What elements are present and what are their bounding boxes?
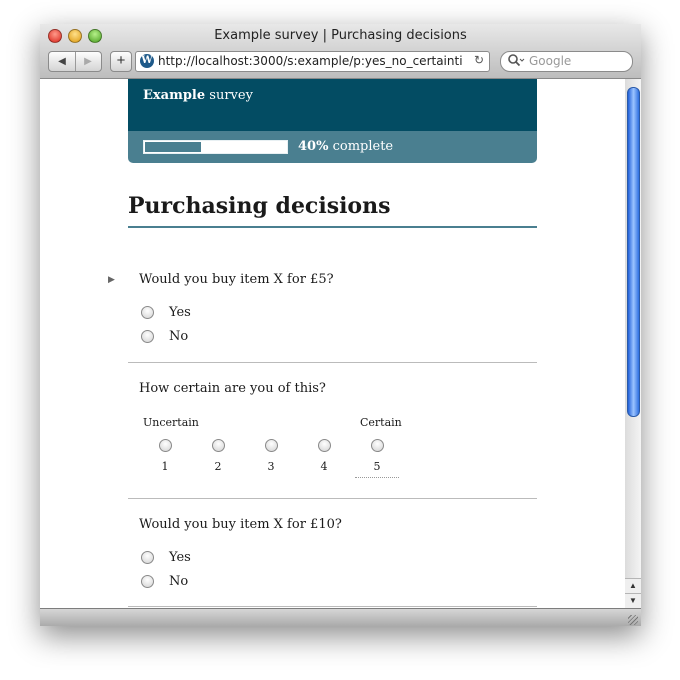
option-label: Yes — [169, 550, 191, 565]
resize-grip-icon[interactable] — [628, 615, 638, 625]
navigation-buttons: ◀ ▶ — [48, 51, 102, 72]
option-label: No — [169, 329, 189, 344]
radio-button[interactable] — [265, 439, 278, 452]
radio-button[interactable] — [212, 439, 225, 452]
scale-low-label: Uncertain — [143, 416, 199, 429]
page-content: Example survey 40% complete Purchasing d… — [40, 79, 625, 608]
vertical-scrollbar[interactable]: ▲ ▼ — [625, 79, 641, 608]
url-text[interactable]: http://localhost:3000/s:example/p:yes_no… — [158, 54, 463, 68]
window-title: Example survey | Purchasing decisions — [214, 28, 467, 43]
forward-button[interactable]: ▶ — [75, 52, 101, 71]
scale-value: 2 — [214, 460, 222, 473]
scale-option-5[interactable]: 5 — [355, 439, 399, 478]
radio-button[interactable] — [141, 551, 154, 564]
radio-button[interactable] — [318, 439, 331, 452]
search-placeholder: Google — [529, 54, 572, 68]
scroll-down-arrow-icon[interactable]: ▼ — [625, 593, 641, 608]
question-divider — [128, 498, 537, 499]
scale-value: 1 — [161, 460, 169, 473]
radio-button[interactable] — [159, 439, 172, 452]
site-favicon-icon: W — [140, 54, 154, 68]
option-label: No — [169, 574, 189, 589]
title-divider — [128, 226, 537, 228]
progress-suffix: complete — [328, 139, 394, 154]
scale-high-label: Certain — [360, 416, 402, 429]
question-2-text: How certain are you of this? — [139, 381, 326, 396]
browser-window: Example survey | Purchasing decisions ◀ … — [40, 24, 641, 626]
radio-button[interactable] — [141, 330, 154, 343]
progress-section: 40% complete — [128, 131, 537, 163]
status-bar — [40, 608, 641, 626]
progress-text: 40% complete — [298, 139, 393, 154]
question-1-text: Would you buy item X for £5? — [139, 272, 334, 287]
question-divider — [128, 362, 537, 363]
survey-header: Example survey — [128, 79, 537, 131]
option-label: Yes — [169, 305, 191, 320]
current-question-marker-icon: ▶ — [108, 275, 115, 285]
radio-button[interactable] — [371, 439, 384, 452]
scroll-up-arrow-icon[interactable]: ▲ — [625, 578, 641, 593]
address-bar[interactable]: W http://localhost:3000/s:example/p:yes_… — [135, 51, 490, 72]
radio-button[interactable] — [141, 575, 154, 588]
search-field[interactable]: Google — [500, 51, 633, 72]
scale-value: 5 — [373, 460, 381, 473]
add-bookmark-button[interactable]: + — [110, 51, 132, 72]
question-divider — [128, 606, 537, 607]
search-icon — [507, 52, 525, 73]
scale-value: 4 — [320, 460, 328, 473]
scale-value: 3 — [267, 460, 275, 473]
radio-button[interactable] — [141, 306, 154, 319]
progress-bar — [143, 140, 288, 154]
progress-bar-fill — [145, 142, 201, 152]
question-3-text: Would you buy item X for £10? — [139, 517, 342, 532]
title-bar: Example survey | Purchasing decisions ◀ … — [40, 24, 641, 79]
reload-icon[interactable]: ↻ — [474, 53, 484, 67]
survey-brand: Example survey — [143, 88, 253, 103]
back-button[interactable]: ◀ — [49, 52, 76, 71]
scrollbar-thumb[interactable] — [627, 87, 640, 417]
page-title: Purchasing decisions — [128, 193, 391, 219]
survey-brand-rest: survey — [205, 88, 253, 103]
progress-percent: 40% — [298, 139, 329, 154]
survey-brand-bold: Example — [143, 88, 206, 103]
